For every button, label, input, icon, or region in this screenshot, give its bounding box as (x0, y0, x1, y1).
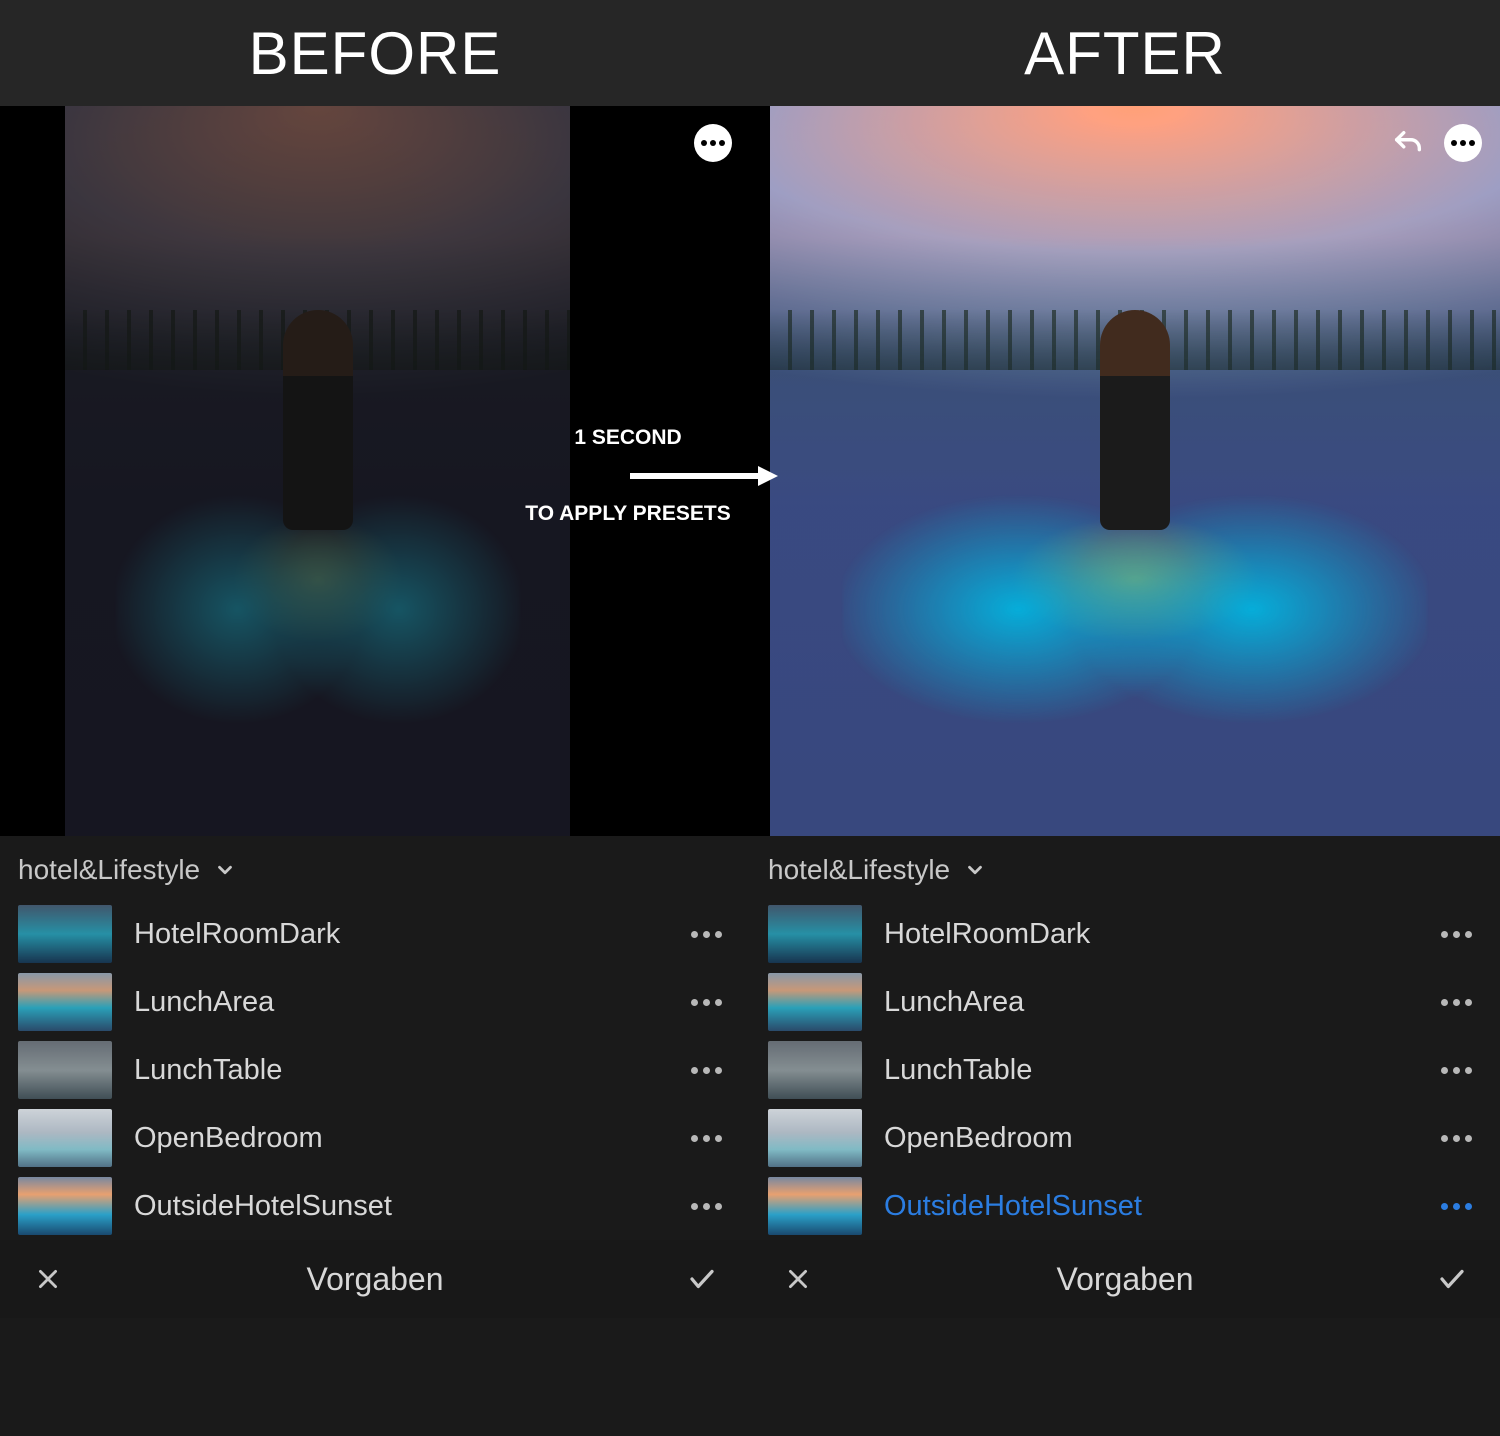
dress-decoration (116, 490, 520, 788)
preset-more-button[interactable] (1431, 1193, 1482, 1220)
before-panel (0, 106, 750, 836)
preset-item[interactable]: LunchArea (0, 968, 750, 1036)
preset-more-button[interactable] (681, 989, 732, 1016)
dress-decoration (843, 490, 1427, 788)
preset-label: OutsideHotelSunset (134, 1190, 681, 1223)
preset-thumbnail (18, 1041, 112, 1099)
preset-group-name: hotel&Lifestyle (768, 854, 950, 886)
after-title: AFTER (750, 0, 1500, 106)
before-title: BEFORE (0, 0, 750, 106)
preset-label: OpenBedroom (884, 1122, 1431, 1155)
preset-thumbnail (768, 905, 862, 963)
preset-item[interactable]: HotelRoomDark (750, 900, 1500, 968)
preset-item[interactable]: LunchTable (0, 1036, 750, 1104)
before-bottom-bar: Vorgaben (0, 1240, 750, 1318)
preset-more-button[interactable] (681, 1125, 732, 1152)
after-bottom-bar: Vorgaben (750, 1240, 1500, 1318)
preset-item-selected[interactable]: OutsideHotelSunset (750, 1172, 1500, 1240)
preset-label: LunchArea (884, 986, 1431, 1019)
preset-label: OpenBedroom (134, 1122, 681, 1155)
chevron-down-icon (964, 859, 986, 881)
dot-icon (719, 140, 725, 146)
preset-thumbnail (18, 973, 112, 1031)
after-panel (750, 106, 1500, 836)
preset-label: HotelRoomDark (884, 918, 1431, 951)
preset-thumbnail (768, 1041, 862, 1099)
preset-group-name: hotel&Lifestyle (18, 854, 200, 886)
preset-item[interactable]: OpenBedroom (0, 1104, 750, 1172)
preset-item[interactable]: OpenBedroom (750, 1104, 1500, 1172)
preset-group-dropdown[interactable]: hotel&Lifestyle (750, 836, 1500, 900)
confirm-button[interactable] (1430, 1257, 1474, 1301)
before-photo (65, 106, 570, 836)
before-photo-area[interactable] (0, 106, 750, 836)
cancel-button[interactable] (26, 1257, 70, 1301)
preset-label: LunchTable (884, 1054, 1431, 1087)
chevron-down-icon (214, 859, 236, 881)
preset-more-button[interactable] (1431, 1125, 1482, 1152)
preset-item[interactable]: OutsideHotelSunset (0, 1172, 750, 1240)
subject-figure (843, 310, 1427, 806)
preset-thumbnail (768, 1177, 862, 1235)
preset-more-button[interactable] (681, 1193, 732, 1220)
preset-more-button[interactable] (1431, 989, 1482, 1016)
after-preset-panel: hotel&Lifestyle HotelRoomDark LunchArea … (750, 836, 1500, 1240)
confirm-button[interactable] (680, 1257, 724, 1301)
preset-more-button[interactable] (681, 1057, 732, 1084)
preset-thumbnail (18, 1109, 112, 1167)
dot-icon (710, 140, 716, 146)
bottom-title: Vorgaben (820, 1261, 1430, 1298)
preset-item[interactable]: LunchTable (750, 1036, 1500, 1104)
preset-thumbnail (768, 973, 862, 1031)
dot-icon (1451, 140, 1457, 146)
after-photo-area[interactable] (750, 106, 1500, 836)
torso-decoration (1100, 310, 1170, 530)
cancel-button[interactable] (776, 1257, 820, 1301)
dot-icon (1469, 140, 1475, 146)
dot-icon (1460, 140, 1466, 146)
bottom-title: Vorgaben (70, 1261, 680, 1298)
preset-thumbnail (18, 905, 112, 963)
preset-item[interactable]: HotelRoomDark (0, 900, 750, 968)
preset-group-dropdown[interactable]: hotel&Lifestyle (0, 836, 750, 900)
preset-thumbnail (18, 1177, 112, 1235)
more-options-button[interactable] (1444, 124, 1482, 162)
torso-decoration (283, 310, 353, 530)
comparison-header: BEFORE AFTER (0, 0, 1500, 106)
preset-label: HotelRoomDark (134, 918, 681, 951)
before-preset-panel: hotel&Lifestyle HotelRoomDark LunchArea … (0, 836, 750, 1240)
preset-more-button[interactable] (681, 921, 732, 948)
subject-figure (116, 310, 520, 806)
more-options-button[interactable] (694, 124, 732, 162)
preset-label: LunchArea (134, 986, 681, 1019)
preset-more-button[interactable] (1431, 921, 1482, 948)
preset-more-button[interactable] (1431, 1057, 1482, 1084)
photo-comparison: 1 SECOND TO APPLY PRESETS (0, 106, 1500, 836)
preset-label: OutsideHotelSunset (884, 1190, 1431, 1223)
preset-thumbnail (768, 1109, 862, 1167)
bottom-bars: Vorgaben Vorgaben (0, 1240, 1500, 1318)
preset-label: LunchTable (134, 1054, 681, 1087)
preset-item[interactable]: LunchArea (750, 968, 1500, 1036)
after-photo (770, 106, 1500, 836)
dot-icon (701, 140, 707, 146)
undo-button[interactable] (1388, 124, 1428, 164)
preset-lists: hotel&Lifestyle HotelRoomDark LunchArea … (0, 836, 1500, 1240)
